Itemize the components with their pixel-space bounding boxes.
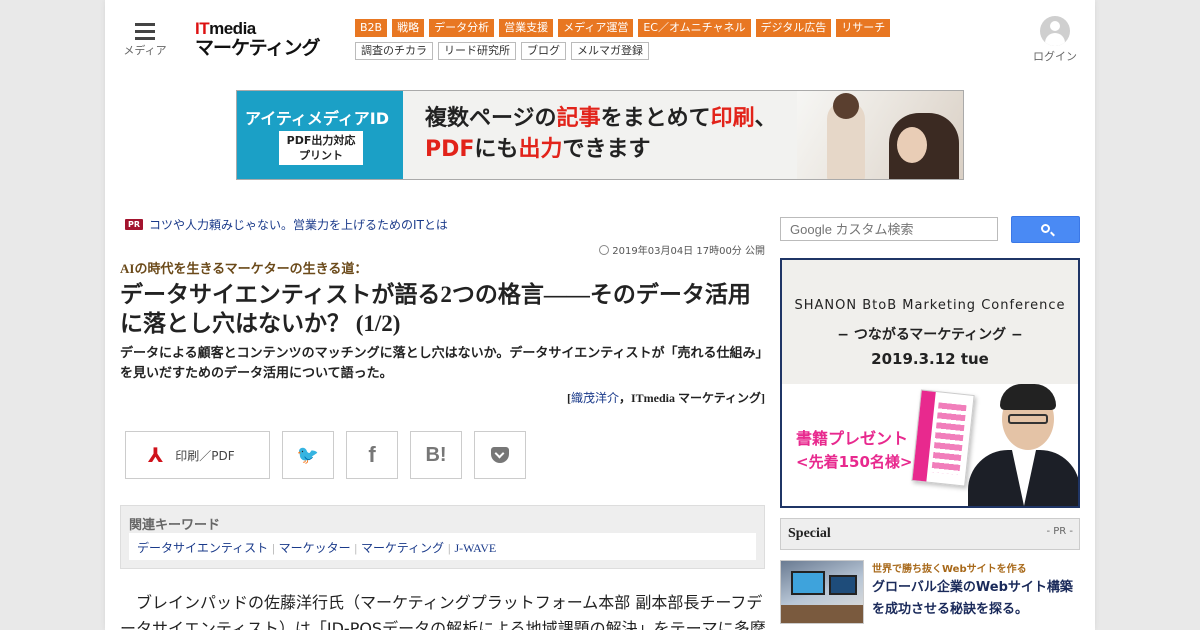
print-pdf-banner[interactable]: アイティメディアID PDF出力対応 プリント 複数ページの記事をまとめて印刷、… <box>236 90 964 180</box>
keyword-link[interactable]: データサイエンティスト <box>137 541 268 555</box>
banner-brand: アイティメディアID <box>245 109 390 128</box>
keyword-link[interactable]: J-WAVE <box>454 541 496 555</box>
category-research[interactable]: リサーチ <box>836 19 891 37</box>
print-pdf-label: 印刷／PDF <box>175 448 235 463</box>
banner-pdf-badge: PDF出力対応 プリント <box>279 131 363 165</box>
twitter-icon: 🐦 <box>296 444 320 466</box>
site-logo[interactable]: ITmedia マーケティング <box>195 19 320 59</box>
category-ec-omnichannel[interactable]: EC／オムニチャネル <box>638 19 751 37</box>
category-digital-ads[interactable]: デジタル広告 <box>755 19 832 37</box>
special-item-kicker: 世界で勝ち抜くWebサイトを作る <box>872 564 1027 575</box>
byline-publisher: ，ITmedia マーケティング] <box>618 391 765 405</box>
series-title[interactable]: AIの時代を生きるマーケターの生きる道： <box>120 258 367 277</box>
publish-date-text: 2019年03月04日 17時00分 公開 <box>612 246 765 257</box>
category-sales-support[interactable]: 営業支援 <box>499 19 554 37</box>
ad-book-image <box>911 389 975 487</box>
search-icon <box>1041 224 1050 233</box>
sublink-blog[interactable]: ブログ <box>521 42 566 60</box>
pr-badge: PR <box>125 219 144 230</box>
facebook-share-button[interactable]: f <box>346 431 398 479</box>
banner-text: 、 <box>754 106 777 131</box>
media-menu-button[interactable]: メディア <box>123 20 167 58</box>
ad-header: SHANON BtoB Marketing Conference − つながるマ… <box>782 260 1078 384</box>
category-strategy[interactable]: 戦略 <box>392 19 425 37</box>
banner-text-red: 出力 <box>518 137 563 162</box>
logo-sub: マーケティング <box>195 37 320 59</box>
ad-speaker-glasses <box>1008 414 1048 424</box>
keyword-link[interactable]: マーケッター <box>279 541 351 555</box>
keyword-list: データサイエンティスト | マーケッター | マーケティング | J-WAVE <box>129 533 756 560</box>
logo-it: IT <box>195 19 210 38</box>
article-lead: データによる顧客とコンテンツのマッチングに落とし穴はないか。データサイエンティス… <box>120 346 762 381</box>
pocket-button[interactable] <box>474 431 526 479</box>
banner-headline: 複数ページの記事をまとめて印刷、 PDFにも出力できます <box>425 103 777 165</box>
search-input[interactable] <box>780 217 998 241</box>
keyword-link[interactable]: マーケティング <box>361 541 444 555</box>
banner-pdf-line1: PDF出力対応 <box>286 134 356 147</box>
banner-text-red: 記事 <box>556 106 601 131</box>
page: メディア ITmedia マーケティング B2B 戦略 データ分析 営業支援 メ… <box>105 0 1095 630</box>
ad-present: 書籍プレゼント <box>796 429 909 448</box>
publish-date: 2019年03月04日 17時00分 公開 <box>565 242 765 257</box>
user-icon <box>1040 16 1070 46</box>
banner-text: をまとめて <box>600 106 711 131</box>
byline: [織茂洋介，ITmedia マーケティング] <box>465 389 765 406</box>
category-nav: B2B 戦略 データ分析 営業支援 メディア運営 EC／オムニチャネル デジタル… <box>355 19 891 37</box>
category-b2b[interactable]: B2B <box>355 19 388 37</box>
pdf-icon: ⅄ <box>148 443 164 467</box>
banner-text-red: PDF <box>425 137 475 162</box>
sublink-lead-lab[interactable]: リード研究所 <box>438 42 516 60</box>
special-item-thumbnail <box>780 560 864 624</box>
ad-conference-name: SHANON BtoB Marketing Conference <box>794 298 1066 313</box>
pr-link-text: コツや人力頼みじゃない。営業力を上げるためのITとは <box>149 218 448 232</box>
category-media-management[interactable]: メディア運営 <box>558 19 634 37</box>
article-title: データサイエンティストが語る2つの格言――そのデータ活用に落とし穴はないか？ (… <box>120 282 751 336</box>
pr-link[interactable]: PR コツや人力頼みじゃない。営業力を上げるためのITとは <box>125 216 448 233</box>
special-item[interactable]: 世界で勝ち抜くWebサイトを作る グローバル企業のWebサイト構築を成功させる秘… <box>780 558 1080 628</box>
pocket-icon <box>491 447 509 463</box>
hamburger-icon <box>135 23 155 40</box>
search-button[interactable] <box>1011 216 1080 243</box>
sublink-survey[interactable]: 調査のチカラ <box>355 42 433 60</box>
banner-pdf-line2: プリント <box>299 149 343 162</box>
banner-text: にも <box>474 137 519 162</box>
hatena-bookmark-button[interactable]: B! <box>410 431 462 479</box>
keyword-separator: | <box>354 541 357 555</box>
ad-speaker-hair <box>1000 384 1056 410</box>
ad-theme: − つながるマーケティング − <box>837 327 1023 343</box>
conference-ad[interactable]: SHANON BtoB Marketing Conference − つながるマ… <box>780 258 1080 508</box>
keyword-separator: | <box>448 541 451 555</box>
sub-nav: 調査のチカラ リード研究所 ブログ メルマガ登録 <box>355 42 649 60</box>
special-section-header: Special - PR - <box>780 518 1080 550</box>
login-label: ログイン <box>1033 50 1077 63</box>
special-pr-label: - PR - <box>1046 526 1073 537</box>
related-keywords: 関連キーワード データサイエンティスト | マーケッター | マーケティング | J-WAV… <box>120 505 765 569</box>
special-title: Special <box>788 526 831 541</box>
login-button[interactable]: ログイン <box>1030 16 1080 64</box>
twitter-share-button[interactable]: 🐦 <box>282 431 334 479</box>
banner-text: できます <box>562 137 651 162</box>
banner-brand-panel: アイティメディアID PDF出力対応 プリント <box>237 91 403 179</box>
category-data-analysis[interactable]: データ分析 <box>429 19 495 37</box>
article-body: ブレインパッドの佐藤洋行氏（マーケティングプラットフォーム本部 副本部長チーフデ… <box>120 593 766 630</box>
related-keywords-heading: 関連キーワード <box>129 518 221 533</box>
banner-text-red: 印刷 <box>710 106 755 131</box>
ad-date: 2019.3.12 tue <box>871 350 989 368</box>
ad-limit: <先着150名様> <box>796 453 913 471</box>
print-pdf-button[interactable]: ⅄ 印刷／PDF <box>125 431 270 479</box>
media-menu-label: メディア <box>123 44 167 57</box>
hatena-bookmark-icon: B! <box>425 443 447 466</box>
banner-text: 複数ページの <box>425 106 557 131</box>
logo-media: media <box>209 19 256 38</box>
sublink-newsletter[interactable]: メルマガ登録 <box>571 42 649 60</box>
special-item-title: グローバル企業のWebサイト構築を成功させる秘訣を探る。 <box>872 580 1073 617</box>
clock-icon <box>599 245 610 255</box>
keyword-separator: | <box>272 541 275 555</box>
author-link[interactable]: 織茂洋介 <box>571 391 619 405</box>
facebook-icon: f <box>368 442 376 467</box>
banner-photo <box>797 91 963 179</box>
